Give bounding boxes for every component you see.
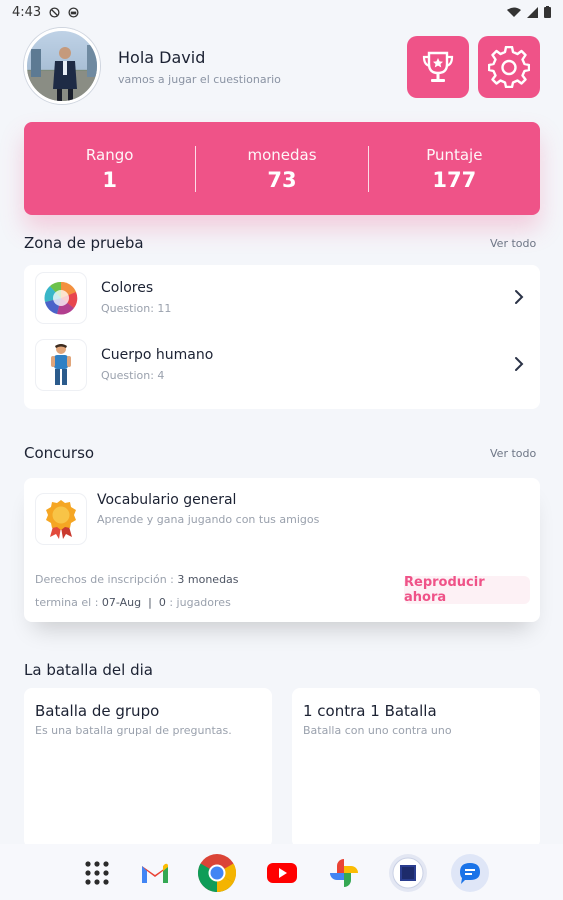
test-zone-title: Zona de prueba <box>24 234 144 252</box>
thumbnail <box>36 273 86 323</box>
contest-see-all-link[interactable]: Ver todo <box>490 447 536 460</box>
stat-rank: Rango 1 <box>24 146 195 192</box>
test-zone-card: Colores Question: 11 Cuerpo humano Quest… <box>24 265 540 409</box>
entry-fee-label: Derechos de inscripción : <box>35 573 178 586</box>
contest-end-text: termina el : 07-Aug | 0 : jugadores <box>35 596 231 609</box>
status-time: 4:43 <box>12 4 42 20</box>
medal-icon <box>46 500 76 539</box>
photos-icon <box>330 859 358 887</box>
settings-button[interactable] <box>478 36 540 98</box>
status-bar: 4:43 <box>0 0 563 24</box>
one-vs-one-battle-card[interactable]: 1 contra 1 Batalla Batalla con uno contr… <box>292 688 540 848</box>
list-item-meta: Question: 11 <box>101 302 172 315</box>
stat-label: monedas <box>247 145 317 164</box>
battle-card-description: Es una batalla grupal de preguntas. <box>35 724 232 737</box>
sync-icon <box>68 6 79 18</box>
stats-card: Rango 1 monedas 73 Puntaje 177 <box>24 122 540 215</box>
battle-card-description: Batalla con uno contra uno <box>303 724 452 737</box>
list-item-cuerpo-humano[interactable]: Cuerpo humano Question: 4 <box>24 332 540 398</box>
app-icon <box>389 854 427 892</box>
ends-label: termina el : <box>35 596 102 609</box>
stat-value: 177 <box>432 167 477 192</box>
contest-description: Aprende y gana jugando con tus amigos <box>97 513 320 526</box>
players-label: : jugadores <box>165 596 231 609</box>
list-item-title: Colores <box>101 280 154 296</box>
trophy-icon <box>422 51 454 82</box>
app-grid-icon <box>85 861 109 885</box>
contest-title: Vocabulario general <box>97 492 237 508</box>
list-item-colores[interactable]: Colores Question: 11 <box>24 265 540 331</box>
medal-thumbnail <box>36 494 86 544</box>
battle-card-title: Batalla de grupo <box>35 702 160 720</box>
greeting-text: Hola David <box>118 48 206 67</box>
group-battle-card[interactable]: Batalla de grupo Es una batalla grupal d… <box>24 688 272 848</box>
contest-card[interactable]: Vocabulario general Aprende y gana jugan… <box>24 478 540 622</box>
battery-icon <box>544 6 551 18</box>
contest-section-title: Concurso <box>24 444 95 462</box>
messages-app[interactable] <box>450 853 490 893</box>
list-item-meta: Question: 4 <box>101 369 165 382</box>
messages-icon <box>451 854 489 892</box>
color-wheel-icon <box>44 281 78 315</box>
gmail-icon <box>142 863 168 883</box>
entry-fee-text: Derechos de inscripción : 3 monedas <box>35 573 239 586</box>
stat-label: Puntaje <box>426 145 483 164</box>
test-zone-see-all-link[interactable]: Ver todo <box>490 237 536 250</box>
ends-value: 07-Aug <box>101 596 142 609</box>
app-launcher-item[interactable] <box>388 853 428 893</box>
photos-app[interactable] <box>324 853 364 893</box>
list-item-title: Cuerpo humano <box>101 347 214 363</box>
stat-coins: monedas 73 <box>196 146 367 192</box>
separator: | <box>148 596 152 609</box>
gmail-app[interactable] <box>135 853 175 893</box>
profile-header: Hola David vamos a jugar el cuestionario <box>24 28 540 106</box>
thumbnail <box>36 340 86 390</box>
gear-icon <box>488 46 530 88</box>
youtube-app[interactable] <box>262 853 302 893</box>
chevron-right-icon <box>515 290 524 304</box>
leaderboard-button[interactable] <box>407 36 469 98</box>
players-value: 0 <box>158 596 166 609</box>
wifi-icon <box>507 7 521 17</box>
profile-photo <box>27 45 97 101</box>
play-now-button[interactable]: Reproducir ahora <box>404 575 530 605</box>
stat-value: 1 <box>102 167 117 192</box>
stat-value: 73 <box>267 167 297 192</box>
stat-label: Rango <box>85 145 134 164</box>
entry-fee-value: 3 monedas <box>177 573 239 586</box>
chrome-icon <box>197 854 237 893</box>
avatar[interactable] <box>24 28 100 104</box>
app-drawer-button[interactable] <box>77 853 117 893</box>
chevron-right-icon <box>515 357 524 371</box>
greeting-subtitle: vamos a jugar el cuestionario <box>118 73 281 86</box>
stat-score: Puntaje 177 <box>369 146 540 192</box>
chrome-app[interactable] <box>197 853 237 893</box>
human-figure-icon <box>51 344 71 385</box>
do-not-disturb-icon <box>49 6 60 18</box>
signal-icon <box>527 6 538 18</box>
app-dock <box>0 844 563 900</box>
battle-card-title: 1 contra 1 Batalla <box>303 702 437 720</box>
battle-section-title: La batalla del dia <box>24 661 153 679</box>
youtube-icon <box>267 863 297 883</box>
